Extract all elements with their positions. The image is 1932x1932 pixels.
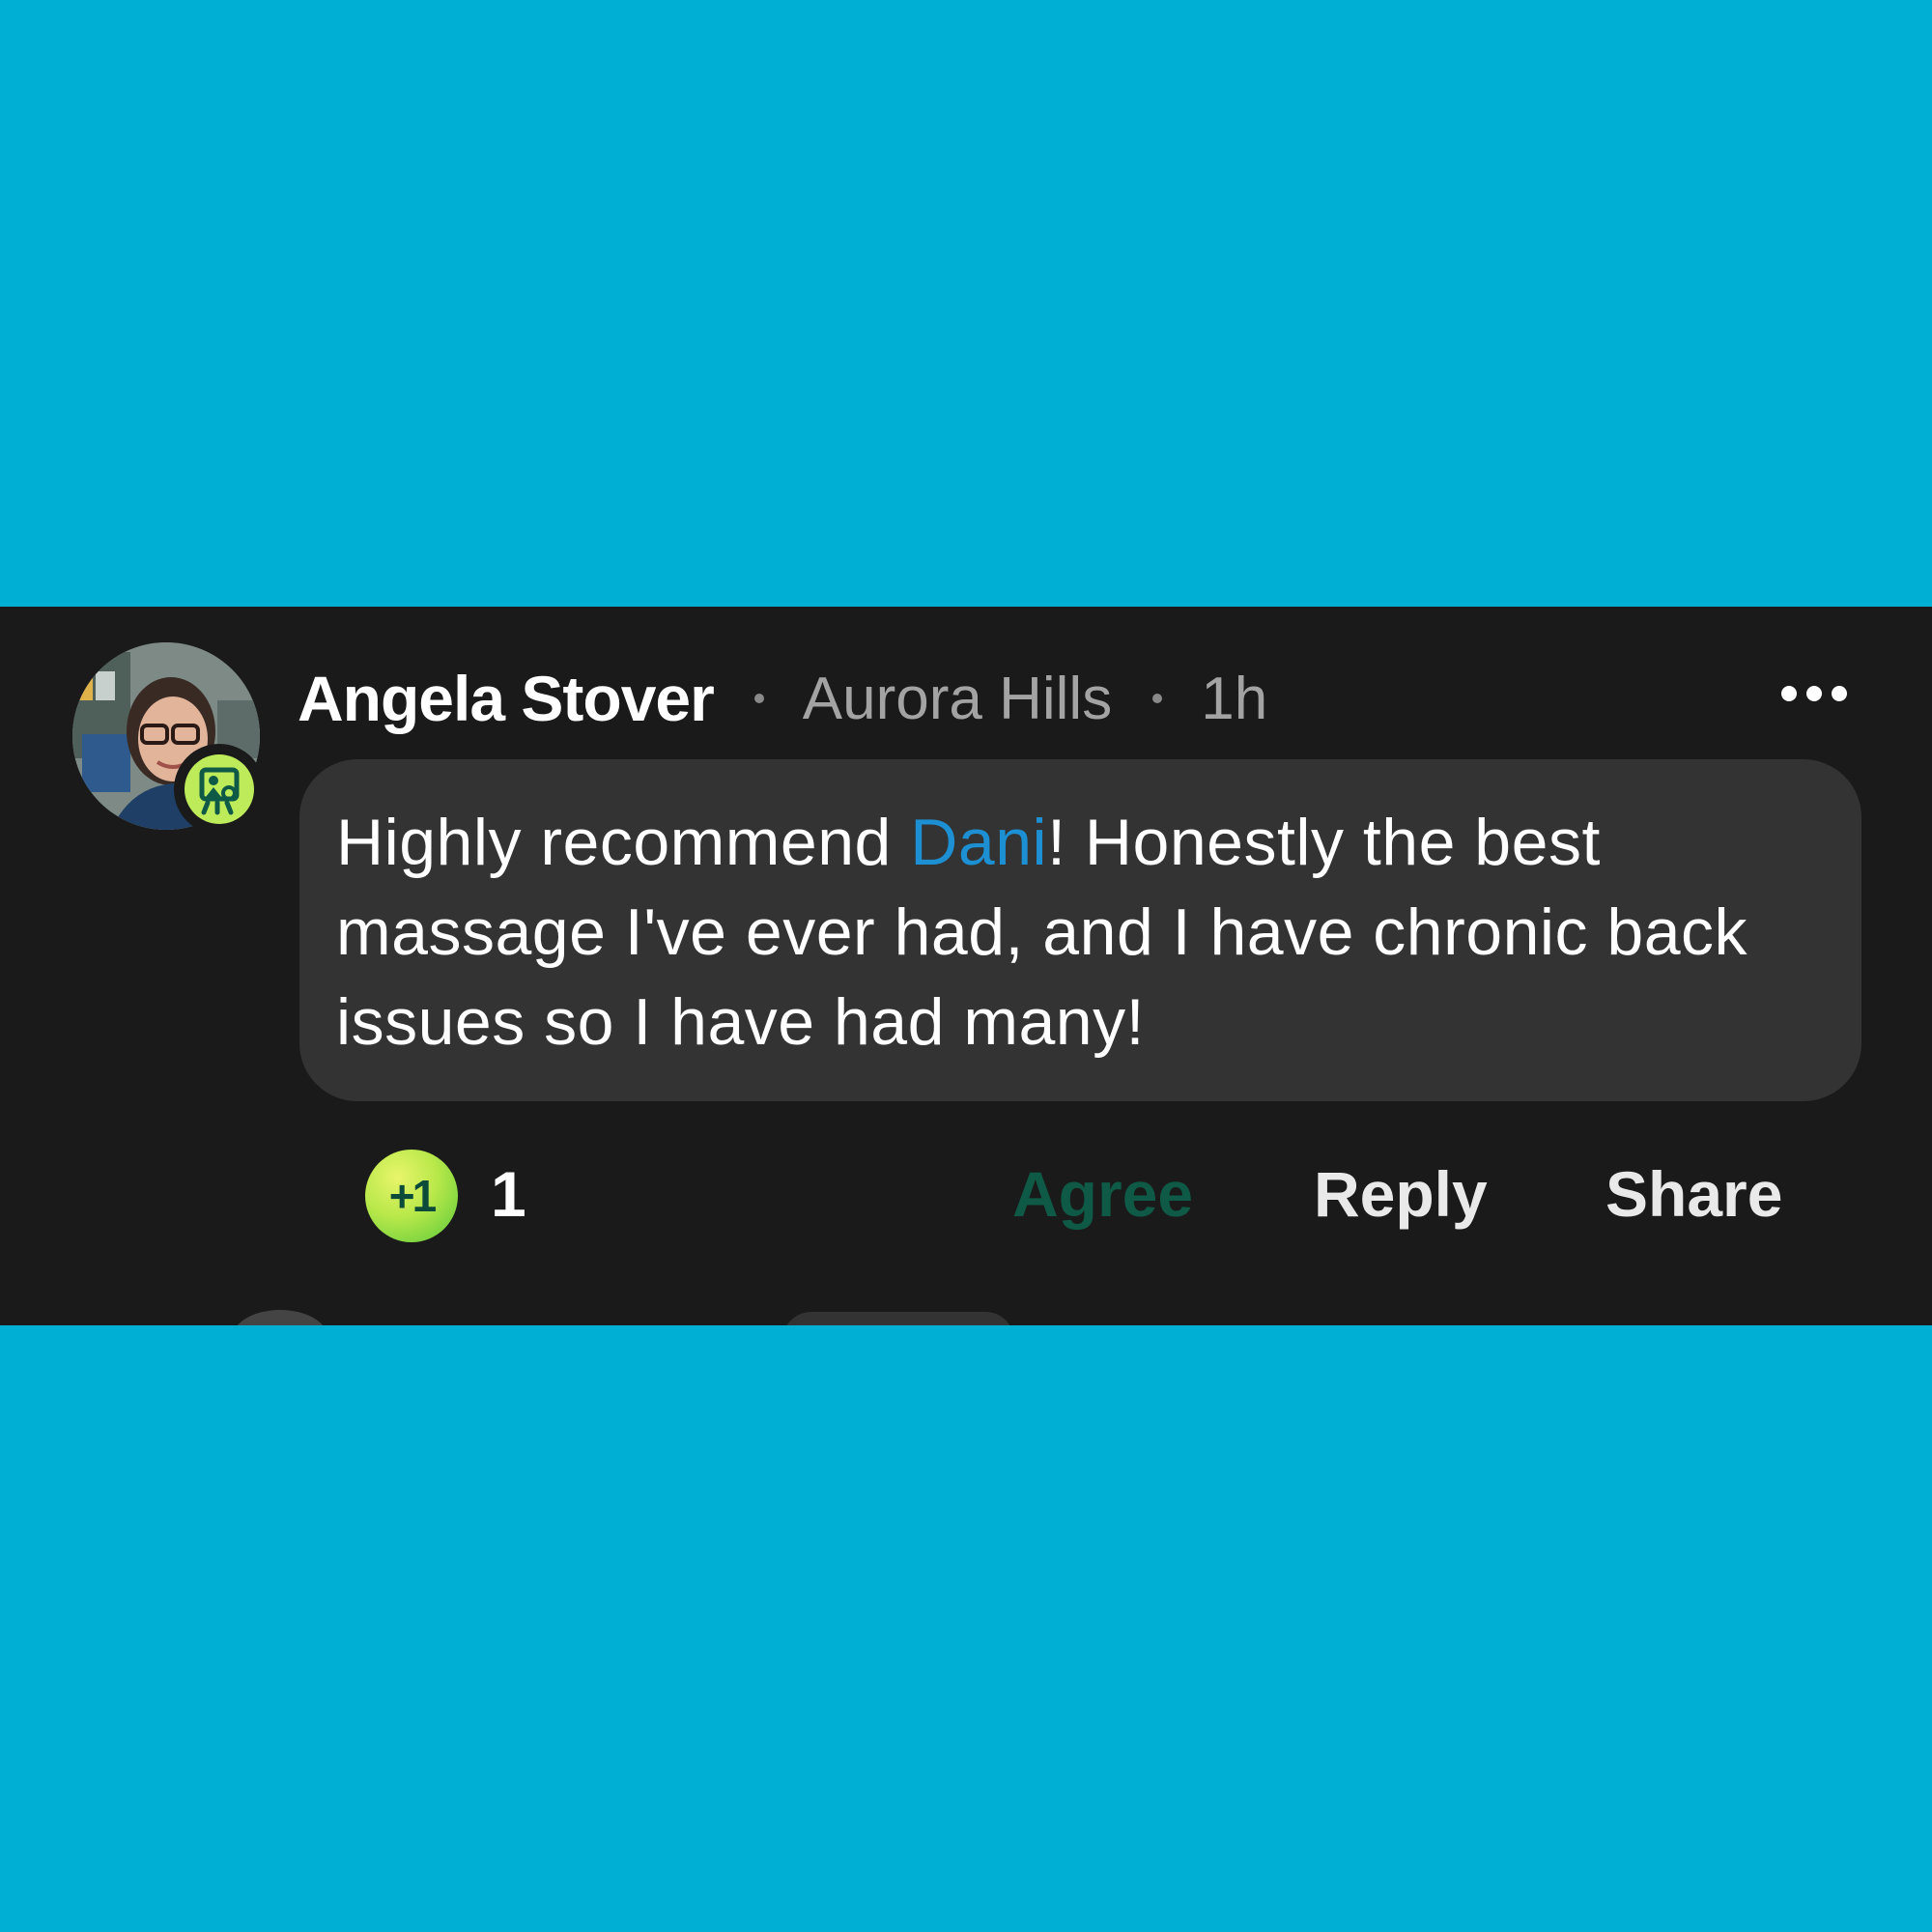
comment-text-start: Highly recommend <box>336 806 911 879</box>
helper-badge-icon <box>199 767 240 815</box>
reaction-count[interactable]: 1 <box>491 1157 526 1231</box>
share-button[interactable]: Share <box>1605 1157 1782 1231</box>
plus-one-reaction-icon[interactable]: +1 <box>365 1150 458 1242</box>
next-comment-avatar <box>232 1310 328 1325</box>
next-comment-bubble <box>782 1312 1014 1325</box>
comment-card: Angela Stover Aurora Hills 1h Highly rec… <box>0 607 1932 1325</box>
comment-bubble: Highly recommend Dani! Honestly the best… <box>299 759 1861 1101</box>
comment-actions: +1 1 Agree Reply Share <box>0 1140 1932 1246</box>
comment-header: Angela Stover Aurora Hills 1h <box>298 655 1267 742</box>
more-options-icon[interactable] <box>1779 682 1849 705</box>
separator-dot <box>1152 694 1163 703</box>
reply-button[interactable]: Reply <box>1314 1157 1488 1231</box>
mention-link[interactable]: Dani <box>910 806 1047 879</box>
comment-text: Highly recommend Dani! Honestly the best… <box>336 798 1853 1067</box>
separator-dot <box>753 694 764 703</box>
helper-badge <box>174 744 265 835</box>
neighborhood-link[interactable]: Aurora Hills <box>803 665 1112 733</box>
agree-button[interactable]: Agree <box>1012 1157 1193 1231</box>
timestamp: 1h <box>1201 665 1268 732</box>
author-name[interactable]: Angela Stover <box>298 662 715 735</box>
